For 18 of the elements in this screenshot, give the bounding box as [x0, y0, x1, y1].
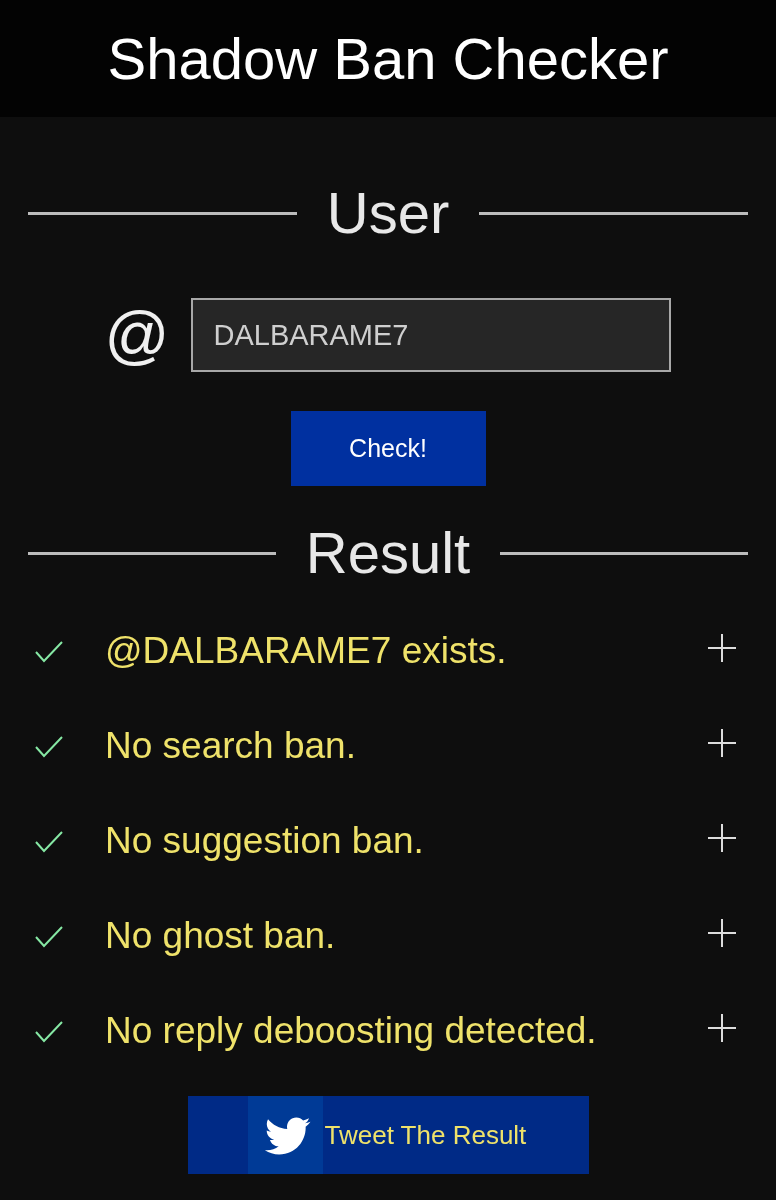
section-heading: User	[326, 184, 450, 242]
page-title: Shadow Ban Checker	[107, 29, 669, 88]
plus-icon[interactable]	[708, 633, 736, 662]
section-heading: Result	[305, 524, 471, 582]
result-text: No ghost ban.	[105, 914, 337, 959]
bird-icon	[247, 1096, 323, 1174]
plus-icon[interactable]	[708, 728, 736, 757]
check-button[interactable]: Check!	[290, 411, 486, 486]
plus-icon[interactable]	[708, 918, 736, 947]
result-text: No search ban.	[105, 724, 357, 769]
username-field[interactable]: DALBARAME7	[191, 298, 672, 372]
plus-icon[interactable]	[708, 823, 736, 852]
result-text: No suggestion ban.	[105, 819, 425, 864]
result-text: No reply deboosting detected.	[105, 1009, 598, 1054]
tweet-button[interactable]: Tweet The Result	[187, 1096, 589, 1174]
result-text: @DALBARAME7 exists.	[105, 629, 508, 674]
plus-icon[interactable]	[708, 1013, 736, 1042]
at-sign: @	[104, 303, 170, 367]
